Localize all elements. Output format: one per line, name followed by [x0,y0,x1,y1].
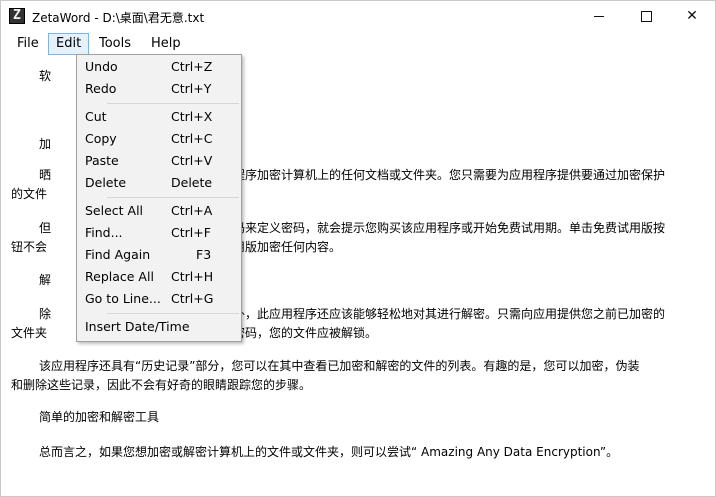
menu-copy-shortcut: Ctrl+C [171,131,213,146]
menu-find-again-shortcut: F3 [196,247,212,262]
text-line: 晒 [39,168,52,182]
menu-replace-all-shortcut: Ctrl+H [171,269,214,284]
text-line: 外，此应用程序还应该能够轻松地对其进行解密。只需向应用提供您之前已加密的 [233,307,666,321]
app-window: ZetaWord - D:\桌面\君无意.txt ✕ File Edit Too… [0,0,716,497]
text-line: 用版加密任何内容。 [233,240,342,254]
menu-replace-all[interactable]: Replace All Ctrl+H [79,266,239,288]
text-line: 文件夹 [11,326,48,340]
menu-cut-label: Cut [85,109,107,124]
menu-goto-line-label: Go to Line... [85,291,161,306]
text-line: 总而言之，如果您想加密或解密计算机上的文件或文件夹，则可以尝试“ Amazing… [39,445,619,459]
menu-edit[interactable]: Edit [48,33,90,55]
zetaword-app-icon[interactable] [9,8,25,24]
menu-paste-shortcut: Ctrl+V [171,153,213,168]
menu-redo-shortcut: Ctrl+Y [171,81,212,96]
menu-redo-label: Redo [85,81,117,96]
menu-redo[interactable]: Redo Ctrl+Y [79,78,239,100]
text-line: 程序加密计算机上的任何文档或文件夹。您只需要为应用程序提供要通过加密保护 [233,168,666,182]
menu-copy-label: Copy [85,131,117,146]
menu-delete-shortcut: Delete [171,175,213,190]
text-line: 密码，您的文件应被解锁。 [233,326,378,340]
menu-find-again-label: Find Again [85,247,151,262]
maximize-button[interactable] [623,1,669,31]
text-line: 码来定义密码，就会提示您购买该应用程序或开始免费试用期。单击免费试用版按 [233,221,666,235]
title-bar[interactable]: ZetaWord - D:\桌面\君无意.txt ✕ [1,1,715,31]
menu-file[interactable]: File [10,33,46,55]
menu-paste-label: Paste [85,153,119,168]
menu-undo[interactable]: Undo Ctrl+Z [79,56,239,78]
menu-find-again[interactable]: Find Again F3 [79,244,239,266]
text-line: 钮不会 [11,240,48,254]
menu-cut-shortcut: Ctrl+X [171,109,213,124]
menu-undo-label: Undo [85,59,118,74]
edit-dropdown-menu: Undo Ctrl+Z Redo Ctrl+Y Cut Ctrl+X Copy … [76,54,242,342]
window-title: ZetaWord - D:\桌面\君无意.txt [32,11,205,25]
text-line: 和删除这些记录，因此不会有好奇的眼睛跟踪您的步骤。 [11,378,312,392]
text-line: 但 [39,221,52,235]
menu-separator [107,103,239,104]
minimize-button[interactable] [576,1,622,31]
menu-insert-datetime[interactable]: Insert Date/Time [79,316,239,338]
close-button[interactable]: ✕ [669,1,715,31]
menu-separator [107,313,239,314]
menu-select-all-label: Select All [85,203,144,218]
menu-select-all-shortcut: Ctrl+A [171,203,213,218]
menu-copy[interactable]: Copy Ctrl+C [79,128,239,150]
menu-find[interactable]: Find... Ctrl+F [79,222,239,244]
text-line: 该应用程序还具有“历史记录”部分，您可以在其中查看已加密和解密的文件的列表。有趣… [39,359,640,373]
menu-cut[interactable]: Cut Ctrl+X [79,106,239,128]
menu-bar: File Edit Tools Help [1,33,715,55]
menu-separator [107,197,239,198]
menu-select-all[interactable]: Select All Ctrl+A [79,200,239,222]
menu-find-shortcut: Ctrl+F [171,225,211,240]
menu-tools[interactable]: Tools [92,33,138,55]
menu-goto-line-shortcut: Ctrl+G [171,291,214,306]
menu-find-label: Find... [85,225,123,240]
menu-undo-shortcut: Ctrl+Z [171,59,213,74]
menu-goto-line[interactable]: Go to Line... Ctrl+G [79,288,239,310]
menu-paste[interactable]: Paste Ctrl+V [79,150,239,172]
text-line: 除 [39,307,52,321]
menu-insert-datetime-label: Insert Date/Time [85,319,190,334]
menu-delete[interactable]: Delete Delete [79,172,239,194]
menu-help[interactable]: Help [144,33,188,55]
menu-replace-all-label: Replace All [85,269,154,284]
menu-delete-label: Delete [85,175,127,190]
text-line: 简单的加密和解密工具 [39,410,160,424]
